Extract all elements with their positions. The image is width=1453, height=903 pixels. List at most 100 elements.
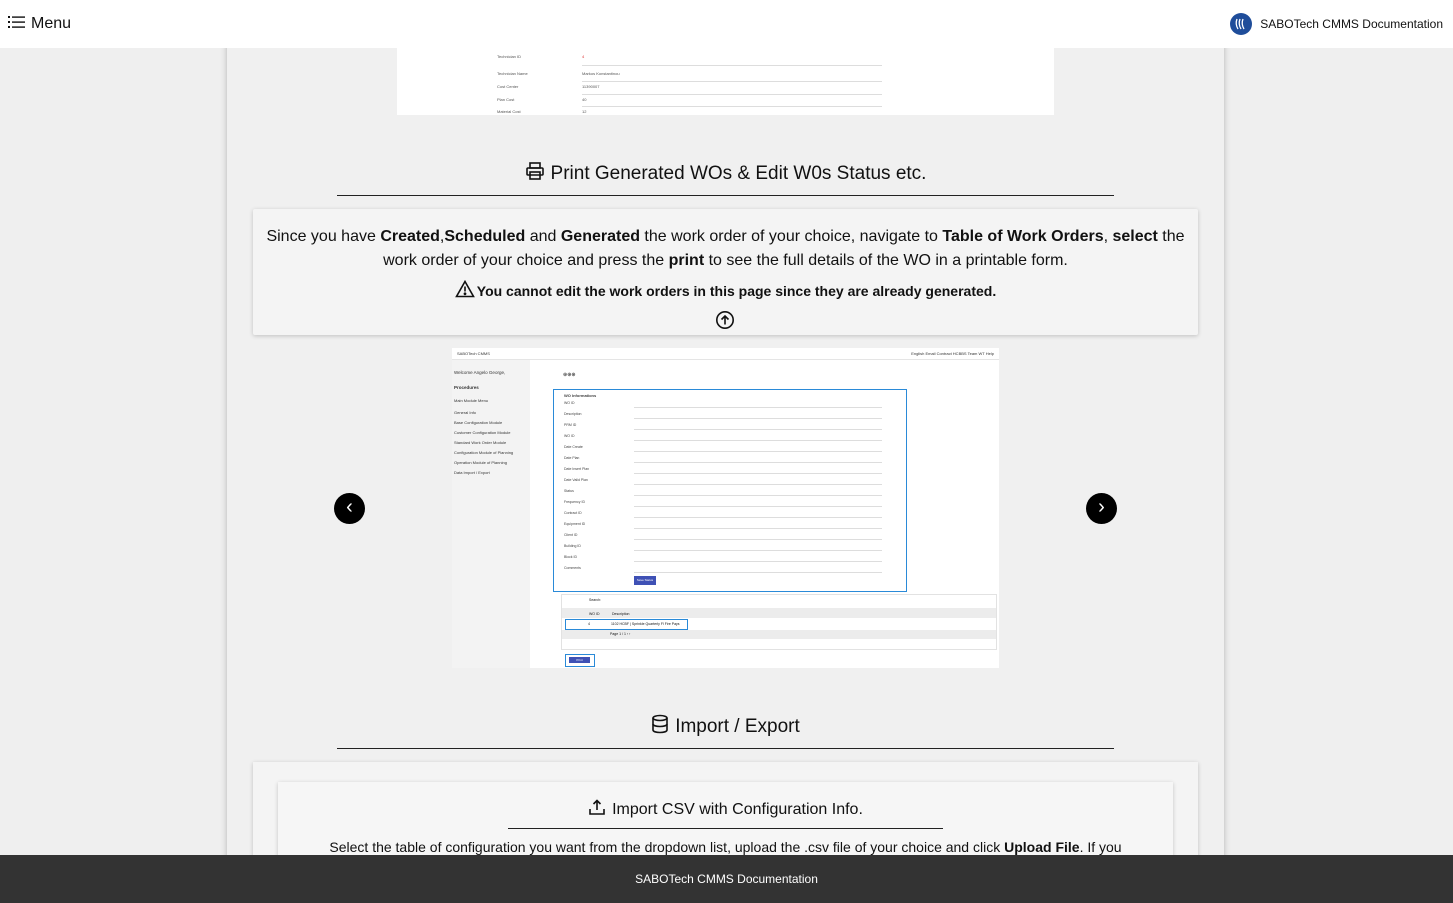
carousel-prev-button[interactable]: ‹ [334,493,365,524]
mini-side-item: Configuration Module of Planning [454,450,514,455]
brand-logo-icon [1230,13,1253,35]
import-csv-title-text: Import CSV with Configuration Info. [612,800,863,818]
top-screenshot-row: Technician ID [497,54,522,59]
menu-icon [8,15,25,34]
mini-form-line [634,517,882,518]
top-screenshot-value: 4 [582,54,585,59]
mini-form-row: Comments [564,566,581,570]
printer-icon [525,161,545,187]
import-csv-title: Import CSV with Configuration Info. [278,798,1173,821]
carousel-next-button[interactable]: › [1086,493,1117,524]
mini-form-row: WO ID [564,401,575,405]
import-section-title-text: Import / Export [675,716,800,737]
mini-side-item: Standard Work Order Module [454,440,507,445]
print-section-title-text: Print Generated WOs & Edit W0s Status et… [550,163,927,184]
mini-side-item: Base Configuration Module [454,420,503,425]
footer: SABOTech CMMS Documentation [0,855,1453,903]
mini-side-item: Data Import / Export [454,470,490,475]
print-section-title: Print Generated WOs & Edit W0s Status et… [337,161,1114,187]
mini-form-row: Client ID [564,533,578,537]
brand[interactable]: SABOTech CMMS Documentation [1230,13,1443,35]
mini-wo-table: Search: WO ID Description 4 1102 HCBF | … [561,594,997,650]
mini-table-header: WO ID [589,612,600,616]
mini-form-line [634,506,882,507]
mini-table-selected-row: 4 1102 HCBF | Sprinkle Quarterly Fl Fire… [565,619,688,630]
mini-form-row: Date Create [564,445,583,449]
mini-form-row: Block ID [564,555,578,559]
mini-form-row: Description [564,412,582,416]
mini-welcome: Welcome Angelo George, [454,370,506,375]
mini-side-item: General Info [454,410,477,415]
import-csv-divider [508,828,943,829]
top-screenshot-line [582,94,882,95]
mini-pager: Page 1 / 1 ‹ › [610,632,631,636]
mini-row-desc: 1102 HCBF | Sprinkle Quarterly Fl Fire P… [611,622,680,626]
top-screenshot-line [582,106,882,107]
mini-topbar: SABOTech CMMS English Email Contract HCB… [452,348,999,360]
mini-form-line [634,561,882,562]
warning-text: You cannot edit the work orders in this … [476,282,997,299]
mini-sidebar: Welcome Angelo George, Procedures Main M… [452,360,530,668]
carousel-screenshot: SABOTech CMMS English Email Contract HCB… [452,348,999,668]
import-section-divider [337,748,1114,749]
import-section-title: Import / Export [337,714,1114,740]
warning-message: You cannot edit the work orders in this … [253,279,1198,301]
top-screenshot-row: Cost Center [497,84,519,89]
top-screenshot-line [582,81,882,82]
mini-form-row: Date Plan [564,456,580,460]
mini-print-label: Print [569,657,590,663]
mini-form-row: Date Valid Plan [564,478,588,482]
menu-label: Menu [31,15,72,32]
mini-form-row: Date Insert Plan [564,467,590,471]
top-screenshot-line [582,65,882,66]
mini-top-items: English Email Contract HCBBS Team WT Hel… [911,351,994,356]
mini-print-button: Print [565,654,595,667]
mini-form-line [634,550,882,551]
mini-form-line [634,462,882,463]
mini-app-name: SABOTech CMMS [457,351,490,356]
mini-form-line [634,429,882,430]
mini-icons: ⊕⊕⊕ [563,372,576,378]
mini-form-row: Status [564,489,574,493]
mini-form-line [634,451,882,452]
upload-icon [588,798,606,821]
mini-form-row: Contract ID [564,511,582,515]
mini-main-menu: Main Module Menu [454,398,489,403]
print-section-divider [337,195,1114,196]
warning-icon [454,279,475,301]
mini-form-line [634,407,882,408]
main-content: Technician ID 4 Technician Name Markos K… [227,0,1224,903]
database-icon [651,714,669,740]
top-screenshot-row: Technician Name [497,71,528,76]
brand-title: SABOTech CMMS Documentation [1260,17,1443,31]
mini-form-row: Building ID [564,544,581,548]
mini-form-row: WO ID [564,434,575,438]
mini-form-title: WO Informations [564,393,597,398]
mini-table-header: Description [612,612,630,616]
mini-form-line [634,495,882,496]
mini-side-item: Customer Configuration Module [454,430,511,435]
mini-procedures: Procedures [454,385,479,390]
mini-form-line [634,440,882,441]
mini-form-line [634,418,882,419]
top-screenshot-row: Plan Cost [497,97,515,102]
mini-save-button: Save Status [634,576,656,585]
mini-form-line [634,572,882,573]
mini-form-line [634,484,882,485]
import-csv-text: Select the table of configuration you wa… [329,839,1122,855]
mini-row-id: 4 [588,622,590,626]
mini-wo-form: WO Informations WO ID Description PRM ID… [553,389,907,592]
mini-side-item: Operation Module of Planning [454,460,507,465]
menu-button[interactable]: Menu [8,15,71,34]
scroll-up-icon[interactable] [715,310,735,330]
mini-form-line [634,528,882,529]
top-screenshot-row: Material Cost [497,109,521,114]
mini-search-label: Search: [589,598,602,602]
print-info-card: Since you have Created,Scheduled and Gen… [253,209,1198,335]
top-screenshot-value: 12 [582,109,587,114]
mini-form-line [634,539,882,540]
top-screenshot-image: Technician ID 4 Technician Name Markos K… [397,40,1054,115]
mini-form-row: PRM ID [564,423,577,427]
mini-form-row: Frequency ID [564,500,586,504]
mini-form-row: Equipment ID [564,522,586,526]
